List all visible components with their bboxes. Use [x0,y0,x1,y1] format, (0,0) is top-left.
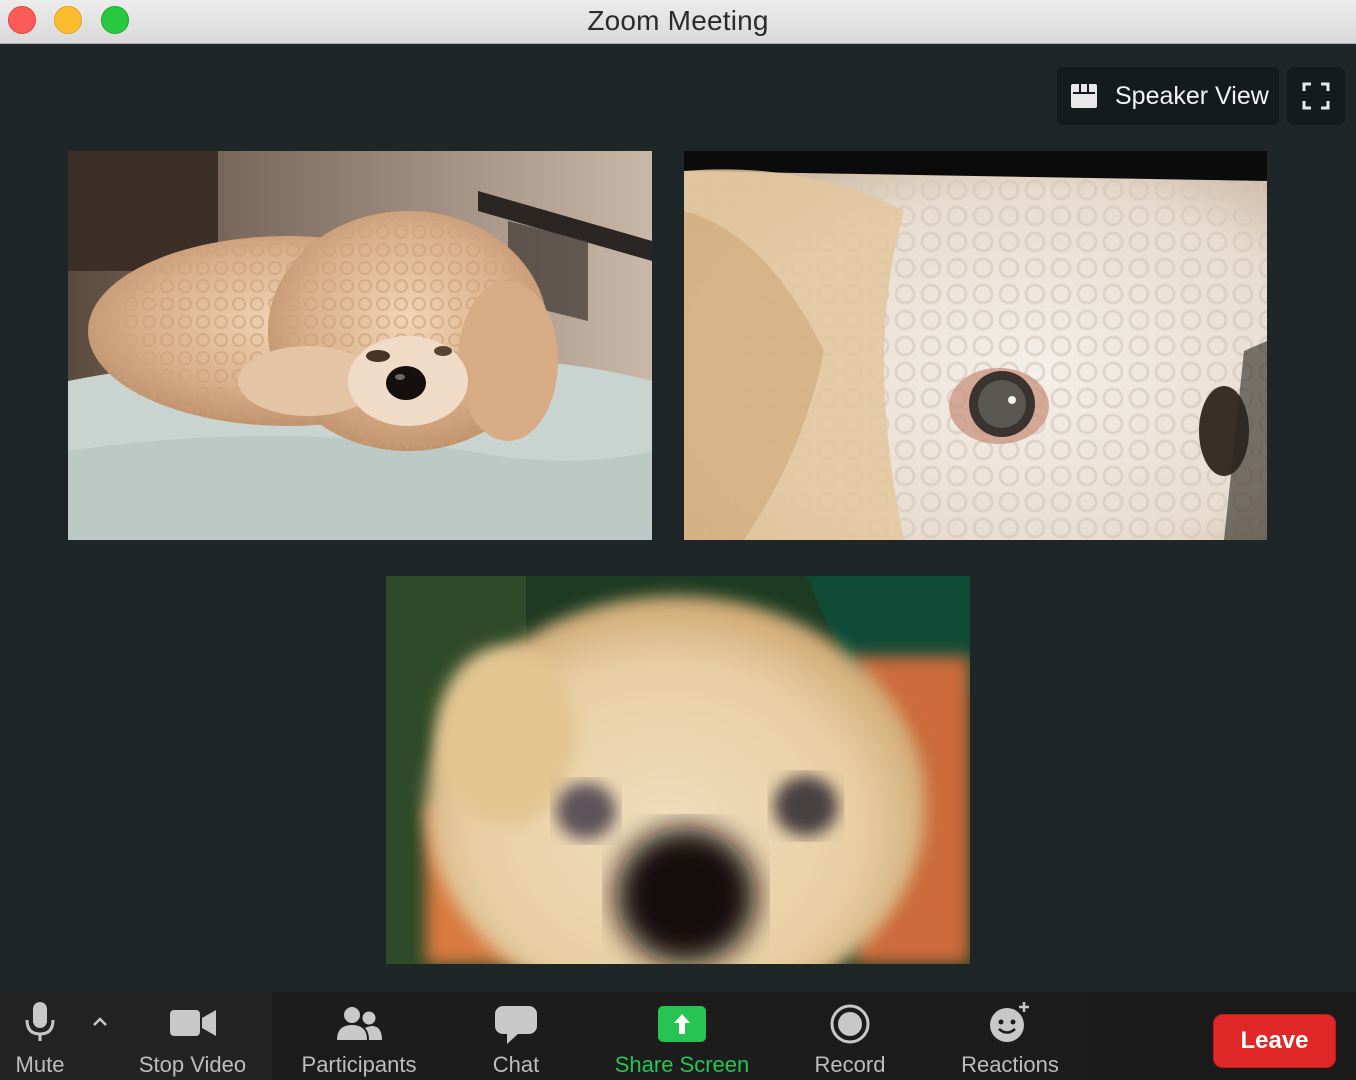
video-camera-icon [169,1008,216,1043]
participants-icon [335,1006,383,1047]
share-screen-icon [658,1006,706,1047]
participants-button[interactable]: Participants [286,992,432,1080]
mute-button[interactable]: Mute [0,992,80,1080]
participant-video-1[interactable] [68,151,652,540]
share-screen-label: Share Screen [614,1052,750,1077]
record-button[interactable]: Record [798,992,902,1080]
title-bar: Zoom Meeting [0,0,1356,44]
leave-controls: Leave [1088,992,1356,1080]
mute-label: Mute [15,1052,65,1077]
audio-video-controls: Mute Stop Video [0,992,272,1080]
microphone-icon [24,1002,56,1047]
chat-bubble-icon [495,1006,537,1049]
window-title: Zoom Meeting [587,5,769,36]
meeting-toolbar: Mute Stop Video Participants Chat Share … [0,992,1356,1080]
meeting-area: Speaker View [0,45,1356,992]
stop-video-label: Stop Video [138,1052,247,1077]
meeting-controls: Participants Chat Share Screen Record Re… [272,992,1088,1080]
participants-label: Participants [301,1052,417,1077]
participant-video-3[interactable] [386,576,970,964]
record-icon [830,1004,870,1049]
audio-options-caret[interactable] [86,992,114,1080]
reactions-button[interactable]: Reactions [940,992,1080,1080]
reactions-icon [988,1000,1032,1049]
participant-video-2[interactable] [684,151,1267,540]
speaker-view-button[interactable]: Speaker View [1057,67,1279,125]
fullscreen-button[interactable] [1287,67,1345,125]
leave-meeting-button[interactable]: Leave [1213,1014,1336,1068]
fullscreen-icon [1302,82,1330,110]
share-screen-button[interactable]: Share Screen [602,992,762,1080]
record-label: Record [814,1052,886,1077]
reactions-label: Reactions [961,1052,1059,1077]
chat-button[interactable]: Chat [466,992,566,1080]
chat-label: Chat [492,1052,540,1077]
chevron-up-icon [92,1014,108,1032]
speaker-view-label: Speaker View [1115,81,1269,110]
stop-video-button[interactable]: Stop Video [120,992,265,1080]
grid-view-icon [1071,84,1097,108]
